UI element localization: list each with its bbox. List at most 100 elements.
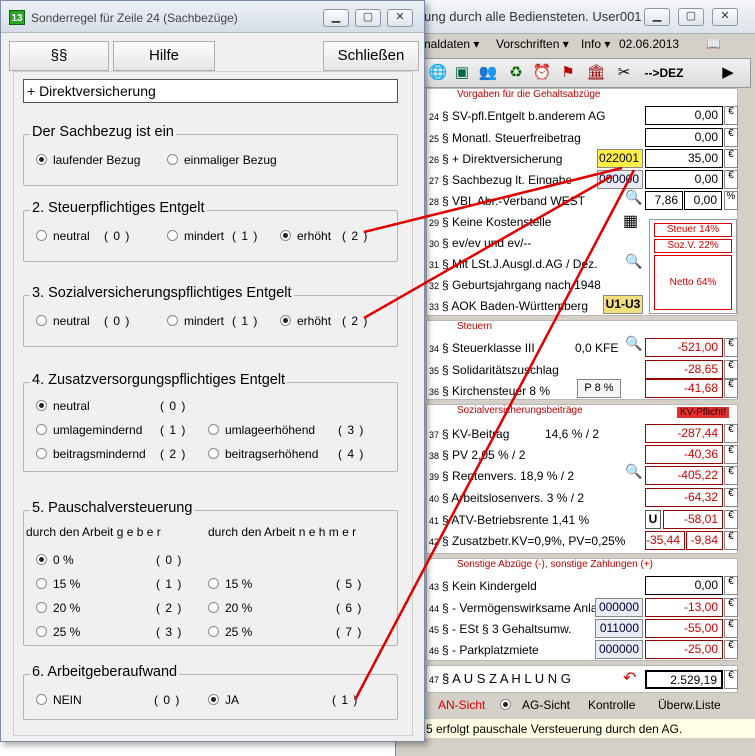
ag-sicht-option[interactable]: AG-Sicht bbox=[522, 698, 570, 712]
radio-dot[interactable] bbox=[167, 230, 178, 241]
grid-icon[interactable]: ▦ bbox=[623, 211, 638, 231]
row-30[interactable]: 30 § ev/ev und ev/-- bbox=[429, 236, 531, 250]
minimize-icon[interactable]: ▁ bbox=[323, 9, 349, 27]
headline-field[interactable]: + Direktversicherung bbox=[23, 79, 398, 103]
row-41[interactable]: 41 § ATV-Betriebsrente 1,41 % bbox=[429, 513, 589, 527]
close-button[interactable]: Schließen bbox=[323, 41, 419, 71]
magnifier-icon[interactable]: 🔍 bbox=[625, 335, 642, 352]
help-button[interactable]: Hilfe bbox=[113, 41, 215, 71]
close-icon[interactable]: ✕ bbox=[712, 8, 738, 26]
row-41-value[interactable]: -58,01 bbox=[663, 510, 723, 529]
radio-dot[interactable] bbox=[36, 154, 47, 165]
radio-neutral[interactable]: neutral bbox=[36, 314, 90, 328]
radio-dot[interactable] bbox=[280, 315, 291, 326]
kirchensteuer-badge[interactable]: P 8 % bbox=[577, 379, 621, 398]
minimize-icon[interactable]: ▁ bbox=[644, 8, 670, 26]
magnifier-icon[interactable]: 🔍 bbox=[625, 189, 642, 206]
radio-dot[interactable] bbox=[36, 578, 47, 589]
radio-dot[interactable] bbox=[36, 315, 47, 326]
row-36[interactable]: 36 § Kirchensteuer 8 % bbox=[429, 384, 550, 398]
row-37-value[interactable]: -287,44 bbox=[645, 424, 723, 443]
radio-dot[interactable] bbox=[36, 424, 47, 435]
radio-neutral[interactable]: neutral bbox=[36, 229, 90, 243]
row-42-value2[interactable]: -9,84 bbox=[686, 531, 723, 550]
row-25[interactable]: 25 § Monatl. Steuerfreibetrag bbox=[429, 131, 581, 145]
row-28-value1[interactable]: 7,86 bbox=[645, 191, 683, 210]
undo-arrow-icon[interactable]: ↶ bbox=[623, 668, 636, 688]
row-26[interactable]: 26 § + Direktversicherung bbox=[429, 152, 562, 166]
row-27-code[interactable]: 000000 bbox=[597, 170, 643, 189]
row-25-value[interactable]: 0,00 bbox=[645, 128, 723, 147]
radio-umlageerhoehend[interactable]: umlageerhöhend bbox=[208, 423, 315, 437]
row-34-value[interactable]: -521,00 bbox=[645, 338, 723, 357]
menu-info[interactable]: Info ▾ bbox=[581, 37, 610, 51]
radio-umlagemindernd[interactable]: umlagemindernd bbox=[36, 423, 142, 437]
refresh-icon[interactable]: ♻ bbox=[505, 62, 527, 84]
row-26-value[interactable]: 35,00 bbox=[645, 149, 723, 168]
row-44[interactable]: 44 § - Vermögenswirksame Anlage bbox=[429, 601, 611, 615]
row-31[interactable]: 31 § Mit LSt.J.Ausgl.d.AG / Dez. bbox=[429, 257, 597, 271]
row-46[interactable]: 46 § - Parkplatzmiete bbox=[429, 643, 539, 657]
radio-dot[interactable] bbox=[167, 315, 178, 326]
radio-einmaliger-bezug[interactable]: einmaliger Bezug bbox=[167, 153, 277, 167]
row-45-value[interactable]: -55,00 bbox=[645, 619, 723, 638]
row-38[interactable]: 38 § PV 2,05 % / 2 bbox=[429, 448, 525, 462]
row-24[interactable]: 24 § SV-pfl.Entgelt b.anderem AG bbox=[429, 109, 605, 123]
radio-ag-0[interactable]: 0 % bbox=[36, 553, 74, 567]
row-32[interactable]: 32 § Geburtsjahrgang nach 1948 bbox=[429, 278, 601, 292]
close-icon[interactable]: ✕ bbox=[387, 9, 413, 27]
bank-icon[interactable]: 🏛 bbox=[585, 62, 607, 84]
dez-button[interactable]: -->DEZ bbox=[639, 62, 689, 84]
radio-mindert[interactable]: mindert bbox=[167, 229, 224, 243]
radio-neutral[interactable]: neutral bbox=[36, 399, 90, 413]
maximize-icon[interactable]: ▢ bbox=[678, 8, 704, 26]
row-33[interactable]: 33 § AOK Baden-Württemberg bbox=[429, 299, 588, 313]
row-45[interactable]: 45 § - ESt § 3 Gehaltsumw. bbox=[429, 622, 571, 636]
radio-dot[interactable] bbox=[208, 626, 219, 637]
globe-icon[interactable]: 🌐 bbox=[427, 62, 449, 84]
row-42[interactable]: 42 § Zusatzbetr.KV=0,9%, PV=0,25% bbox=[429, 534, 625, 548]
radio-dot[interactable] bbox=[208, 448, 219, 459]
row-28-value2[interactable]: 0,00 bbox=[684, 191, 722, 210]
radio-dot[interactable] bbox=[208, 424, 219, 435]
radio-erhoeht[interactable]: erhöht bbox=[280, 314, 331, 328]
row-40-value[interactable]: -64,32 bbox=[645, 488, 723, 507]
radio-beitragserhoehend[interactable]: beitragserhöhend bbox=[208, 447, 318, 461]
kontrolle-button[interactable]: Kontrolle bbox=[588, 698, 635, 712]
radio-beitragsmindernd[interactable]: beitragsmindernd bbox=[36, 447, 146, 461]
radio-dot[interactable] bbox=[36, 448, 47, 459]
paragraphs-button[interactable]: §§ bbox=[9, 41, 109, 71]
row-38-value[interactable]: -40,36 bbox=[645, 445, 723, 464]
people-icon[interactable]: 👥 bbox=[477, 62, 499, 84]
radio-dot[interactable] bbox=[36, 602, 47, 613]
row-46-value[interactable]: -25,00 bbox=[645, 640, 723, 659]
radio-dot[interactable] bbox=[208, 694, 219, 705]
ueberweisungsliste-button[interactable]: Überw.Liste bbox=[658, 698, 721, 712]
an-sicht-option[interactable]: AN-Sicht bbox=[438, 698, 485, 712]
radio-ag-25[interactable]: 25 % bbox=[36, 625, 80, 639]
row-28[interactable]: 28 § VBL Abr.-Verband WEST bbox=[429, 194, 585, 208]
tool-icon[interactable]: ✂ bbox=[613, 62, 635, 84]
magnifier-icon[interactable]: 🔍 bbox=[625, 253, 642, 270]
radio-dot[interactable] bbox=[36, 230, 47, 241]
row-44-value[interactable]: -13,00 bbox=[645, 598, 723, 617]
row-24-value[interactable]: 0,00 bbox=[645, 106, 723, 125]
row-40[interactable]: 40 § Arbeitslosenvers. 3 % / 2 bbox=[429, 491, 584, 505]
row-37[interactable]: 37 § KV-Beitrag bbox=[429, 427, 509, 441]
row-29[interactable]: 29 § Keine Kostenstelle bbox=[429, 215, 551, 229]
radio-dot[interactable] bbox=[36, 554, 47, 565]
play-arrow-icon[interactable]: ▶ bbox=[717, 62, 739, 84]
row-26-code[interactable]: 022001 bbox=[597, 149, 643, 168]
radio-an-15[interactable]: 15 % bbox=[208, 577, 252, 591]
row-35[interactable]: 35 § Solidaritätszuschlag bbox=[429, 363, 559, 377]
radio-dot[interactable] bbox=[208, 578, 219, 589]
radio-ag-20[interactable]: 20 % bbox=[36, 601, 80, 615]
alarm-clock-icon[interactable]: ⏰ bbox=[531, 62, 553, 84]
radio-ja[interactable]: JA bbox=[208, 693, 239, 707]
row-27-value[interactable]: 0,00 bbox=[645, 170, 723, 189]
radio-dot[interactable] bbox=[36, 400, 47, 411]
row-42-value1[interactable]: -35,44 bbox=[645, 531, 685, 550]
row-36-value[interactable]: -41,68 bbox=[645, 379, 723, 398]
row-43-value[interactable]: 0,00 bbox=[645, 576, 723, 595]
radio-an-20[interactable]: 20 % bbox=[208, 601, 252, 615]
